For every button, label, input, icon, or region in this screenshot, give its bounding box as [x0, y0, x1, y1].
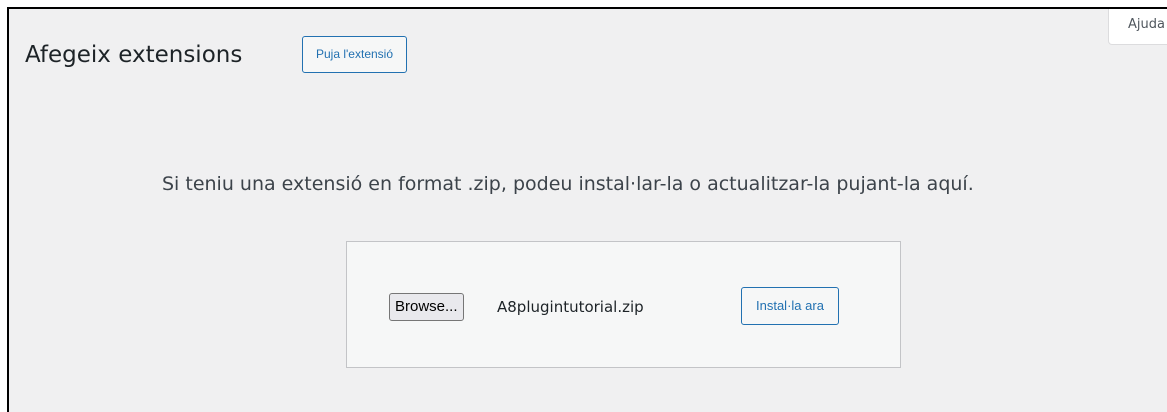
upload-description: Si teniu una extensió en format .zip, po… [162, 173, 974, 195]
upload-form: Browse... A8plugintutorial.zip Instal·la… [346, 241, 901, 368]
upload-plugin-button[interactable]: Puja l'extensió [302, 36, 408, 73]
install-now-button[interactable]: Instal·la ara [741, 287, 839, 325]
page-title: Afegeix extensions [25, 42, 243, 68]
selected-file-name: A8plugintutorial.zip [497, 298, 644, 316]
help-tab[interactable]: Ajuda [1108, 9, 1167, 45]
browse-file-button[interactable]: Browse... [389, 293, 464, 321]
help-tab-label: Ajuda [1128, 17, 1165, 32]
